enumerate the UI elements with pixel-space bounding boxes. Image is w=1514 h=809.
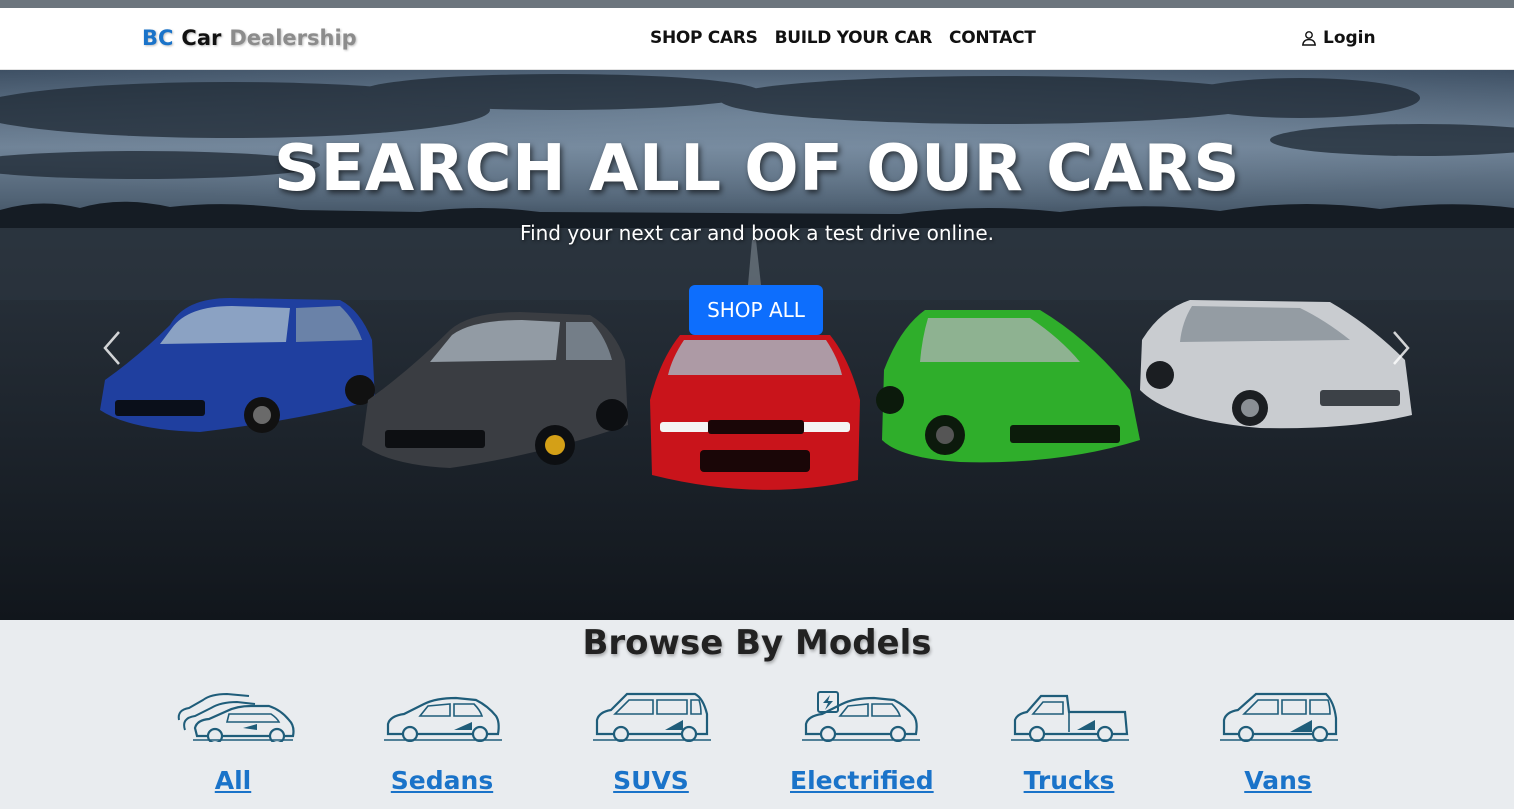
hero-carousel: SEARCH ALL OF OUR CARS Find your next ca… — [0, 70, 1514, 620]
truck-icon — [1011, 694, 1129, 742]
chevron-right-icon[interactable] — [1386, 328, 1416, 368]
car-red-sedan — [650, 335, 860, 490]
nav-build-your-car[interactable]: BUILD YOUR CAR — [775, 28, 933, 48]
hero-title: SEARCH ALL OF OUR CARS — [273, 132, 1241, 206]
shop-all-button[interactable]: SHOP ALL — [689, 285, 823, 335]
hero-subtitle: Find your next car and book a test drive… — [520, 221, 994, 245]
browse-title: Browse By Models — [582, 623, 932, 663]
user-icon — [1302, 31, 1316, 46]
model-vans-label: Vans — [1244, 766, 1312, 795]
electric-car-icon — [802, 691, 920, 742]
model-vans[interactable]: Vans — [1208, 690, 1348, 795]
browse-by-models: Browse By Models All Sedans SUVS Electri… — [0, 620, 1514, 809]
nav-contact[interactable]: CONTACT — [949, 28, 1036, 48]
brand-part-bc: BC — [142, 26, 174, 50]
sedan-icon — [384, 696, 502, 742]
model-all-label: All — [214, 766, 252, 795]
login-label: Login — [1323, 28, 1376, 48]
brand-logo[interactable]: BC Car Dealership — [142, 26, 357, 50]
brand-part-dealership: Dealership — [229, 26, 357, 50]
brand-part-car: Car — [181, 26, 222, 50]
top-strip — [0, 0, 1514, 8]
model-suvs[interactable]: SUVS — [581, 690, 721, 795]
chevron-left-icon[interactable] — [97, 328, 127, 368]
nav-links: SHOP CARS BUILD YOUR CAR CONTACT — [650, 28, 1036, 48]
navbar: BC Car Dealership SHOP CARS BUILD YOUR CAR… — [0, 8, 1514, 70]
model-suvs-label: SUVS — [613, 766, 689, 795]
login-link[interactable]: Login — [1301, 28, 1376, 48]
model-electrified-label: Electrified — [790, 766, 934, 795]
model-trucks[interactable]: Trucks — [999, 690, 1139, 795]
model-trucks-label: Trucks — [1023, 766, 1115, 795]
nav-shop-cars[interactable]: SHOP CARS — [650, 28, 758, 48]
model-sedans[interactable]: Sedans — [372, 690, 512, 795]
car-stack-icon — [177, 692, 295, 742]
model-electrified[interactable]: Electrified — [790, 690, 934, 795]
model-all[interactable]: All — [163, 690, 303, 795]
model-sedans-label: Sedans — [390, 766, 494, 795]
van-icon — [1220, 692, 1338, 742]
suv-icon — [593, 692, 711, 742]
